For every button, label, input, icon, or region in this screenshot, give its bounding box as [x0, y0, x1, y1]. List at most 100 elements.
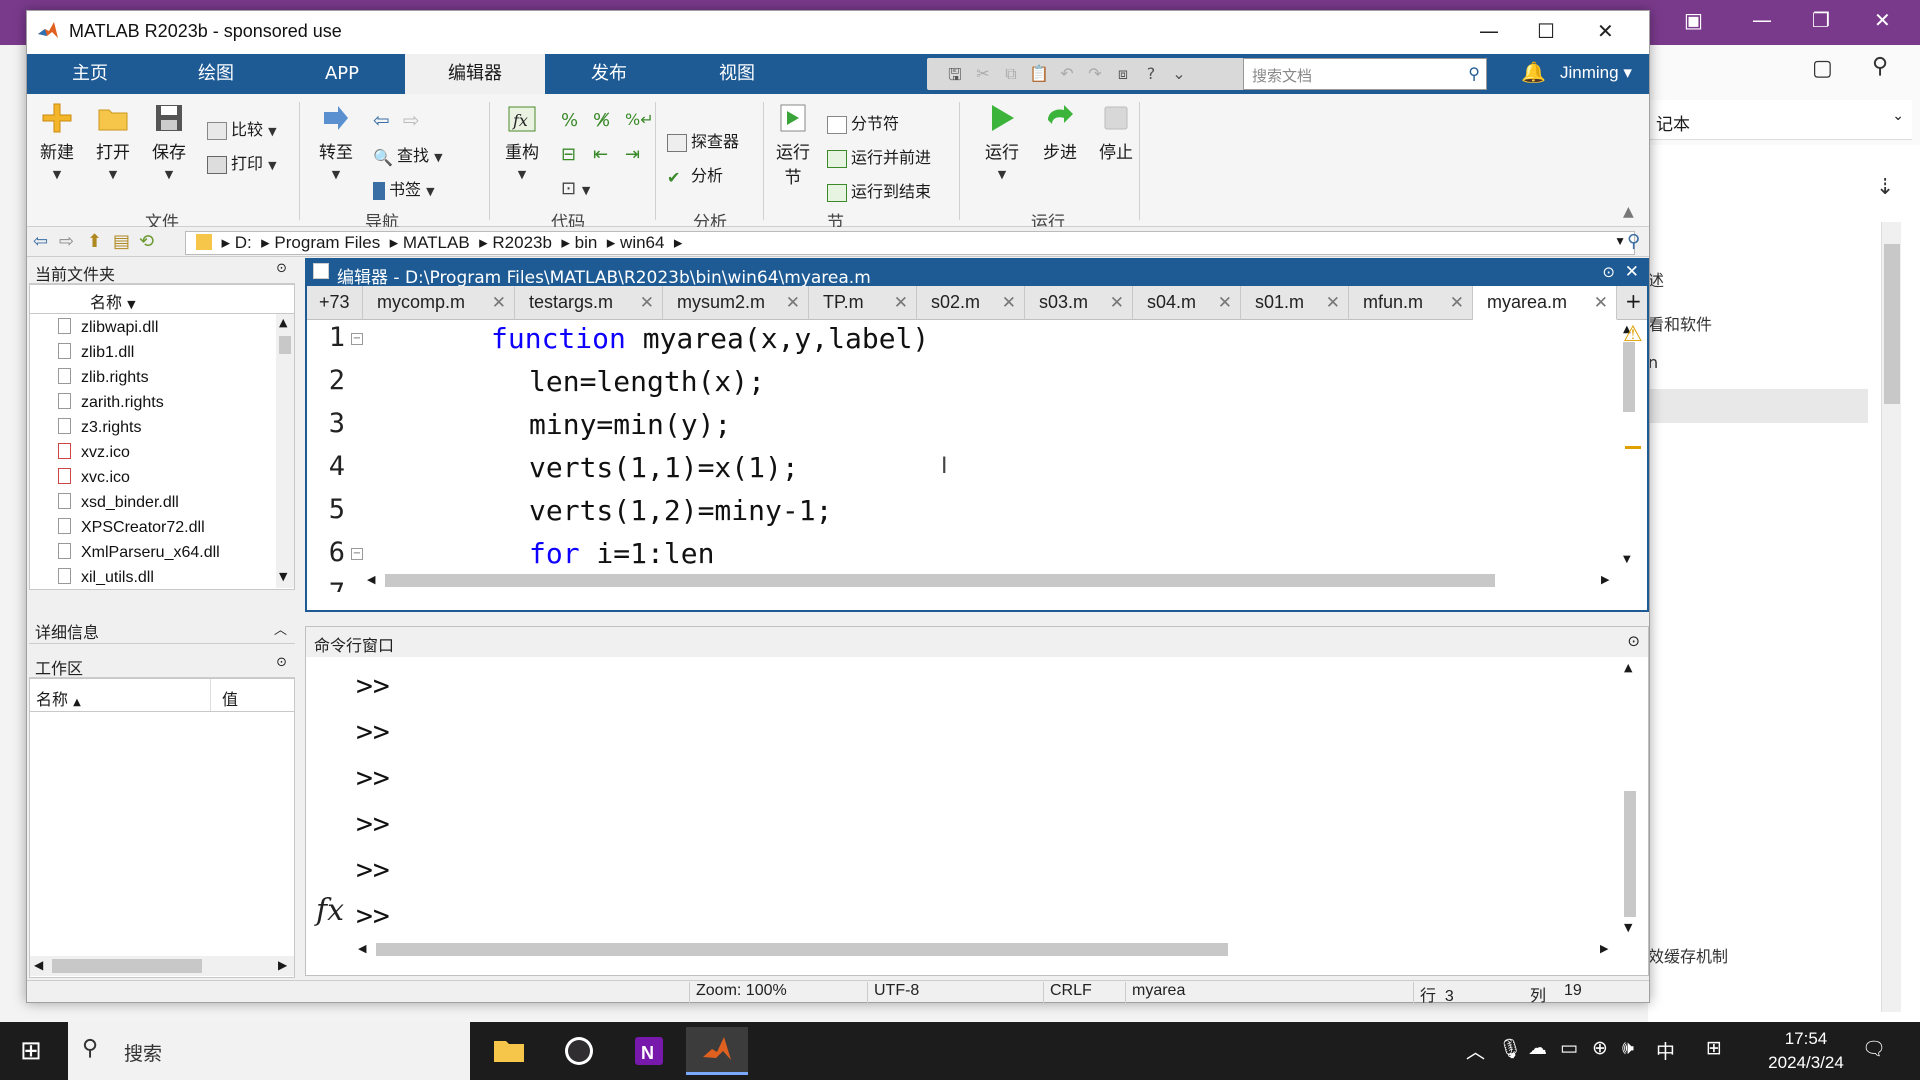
browse-folder-icon[interactable]: ▤ — [113, 231, 130, 252]
tab-view[interactable]: 视图 — [673, 54, 801, 94]
back-icon[interactable]: ⇦ — [33, 231, 48, 252]
editor-tab[interactable]: s03.m ✕ — [1025, 286, 1133, 320]
file-item[interactable]: z3.rights — [58, 418, 141, 443]
paste-icon[interactable]: 📋 — [1029, 64, 1049, 84]
background-scrollbar[interactable] — [1881, 222, 1901, 1012]
volume-icon[interactable]: 🕪 — [1622, 1037, 1634, 1059]
run-section-button[interactable]: 运行节 — [771, 102, 815, 188]
warning-marker[interactable] — [1625, 446, 1641, 449]
background-notebook-dropdown[interactable]: 记本 ⌄ — [1648, 100, 1912, 140]
background-share-icon[interactable]: ⚲ — [1872, 54, 1888, 79]
undo-icon[interactable]: ↶ — [1057, 64, 1077, 84]
save-icon[interactable]: 🖫 — [945, 64, 965, 84]
cloud-icon[interactable]: ☁ — [1528, 1037, 1547, 1059]
back-arrow-icon[interactable]: ⇦ — [373, 108, 390, 132]
close-tab-icon[interactable]: ✕ — [1594, 286, 1608, 319]
warning-icon[interactable]: ⚠ — [1623, 322, 1643, 347]
background-item[interactable]: 效缓存机制 — [1648, 943, 1728, 967]
close-tab-icon[interactable]: ✕ — [1002, 286, 1016, 319]
network-icon[interactable]: ⊕ — [1592, 1037, 1608, 1059]
battery-icon[interactable]: ▭ — [1560, 1037, 1578, 1059]
editor-tab[interactable]: testargs.m ✕ — [515, 286, 663, 320]
command-hscrollbar[interactable]: ◀ ▶ — [354, 939, 1618, 959]
close-tab-icon[interactable]: ✕ — [894, 286, 908, 319]
copy-icon[interactable]: ⧉ — [1001, 64, 1021, 84]
file-item[interactable]: xil_utils.dll — [58, 568, 154, 593]
file-item[interactable]: XPSCreator72.dll — [58, 518, 205, 543]
file-item[interactable]: xvc.ico — [58, 468, 130, 493]
close-tab-icon[interactable]: ✕ — [786, 286, 800, 319]
goto-button[interactable]: 转至 ▼ — [311, 102, 361, 183]
minimize-icon[interactable]: — — [1479, 19, 1499, 43]
profiler-button[interactable]: 探查器 — [667, 128, 739, 152]
file-item[interactable]: zlib.rights — [58, 368, 149, 393]
analyze-button[interactable]: ✔ 分析 — [667, 162, 723, 187]
panel-menu-icon[interactable]: ⊙ — [276, 261, 287, 276]
background-page-icon[interactable]: ▢ — [1812, 56, 1833, 81]
redo-icon[interactable]: ↷ — [1085, 64, 1105, 84]
comment-icon[interactable]: % — [561, 110, 578, 131]
file-item[interactable]: zlibwapi.dll — [58, 318, 158, 343]
close-tab-icon[interactable]: ✕ — [1218, 286, 1232, 319]
help-icon[interactable]: ? — [1141, 64, 1161, 84]
command-output[interactable]: >> >> >> >> >> >> fx — [306, 657, 1618, 939]
wrap-comments-icon[interactable]: %↵ — [625, 110, 654, 129]
run-and-advance-button[interactable]: 运行并前进 — [827, 144, 931, 168]
new-button[interactable]: 新建 ▼ — [33, 102, 81, 183]
close-tab-icon[interactable]: ✕ — [492, 286, 506, 319]
search-icon[interactable]: ⚲ — [1468, 64, 1480, 83]
address-dropdown-icon[interactable]: ▼ — [1614, 234, 1626, 248]
close-editor-icon[interactable]: ✕ — [1625, 262, 1639, 282]
file-item[interactable]: zlib1.dll — [58, 343, 134, 368]
customize-icon[interactable]: ⌄ — [1169, 64, 1189, 84]
background-restore-icon[interactable]: ❐ — [1812, 8, 1830, 32]
panel-menu-icon[interactable]: ⊙ — [276, 655, 287, 670]
background-item[interactable]: 看和软件 — [1648, 311, 1712, 335]
background-menu-icon[interactable]: ▣ — [1684, 8, 1703, 32]
fold-icon[interactable]: − — [351, 548, 363, 560]
editor-tab[interactable]: s02.m ✕ — [917, 286, 1025, 320]
compare-button[interactable]: 比较 ▼ — [207, 116, 277, 140]
start-windows-icon[interactable]: ⊞ — [20, 1036, 42, 1066]
search-documentation-input[interactable]: 搜索文档 ⚲ — [1243, 58, 1487, 90]
microphone-icon[interactable]: 🎙 — [1498, 1037, 1522, 1060]
maximize-icon[interactable]: ☐ — [1537, 19, 1555, 43]
editor-menu-icon[interactable]: ⊙ — [1602, 263, 1615, 281]
run-to-end-button[interactable]: 运行到结束 — [827, 178, 931, 202]
file-item[interactable]: xsd_binder.dll — [58, 493, 179, 518]
increase-indent-icon[interactable]: ⇥ — [625, 144, 640, 165]
tab-publish[interactable]: 发布 — [545, 54, 673, 94]
notification-icon[interactable]: 🗨 — [1862, 1037, 1886, 1060]
function-browser-fx-icon[interactable]: fx — [316, 893, 344, 928]
tab-home[interactable]: 主页 — [27, 54, 153, 94]
up-folder-icon[interactable]: ⬆ — [87, 231, 102, 252]
tab-plots[interactable]: 绘图 — [153, 54, 279, 94]
find-button[interactable]: 🔍 查找 ▼ — [373, 142, 443, 167]
editor-tab-active[interactable]: myarea.m ✕ — [1473, 286, 1617, 320]
details-header[interactable]: 详细信息 ︿ — [29, 616, 295, 644]
breadcrumb[interactable]: ▸ D: ▸ Program Files ▸ MATLAB ▸ R2023b ▸… — [185, 231, 1635, 255]
tab-editor[interactable]: 编辑器 — [405, 54, 545, 94]
editor-tab[interactable]: TP.m ✕ — [809, 286, 917, 320]
close-icon[interactable]: ✕ — [1597, 19, 1614, 43]
folder-history-icon[interactable]: ⟲ — [139, 231, 154, 252]
notification-bell-icon[interactable]: 🔔 — [1521, 60, 1546, 84]
search-folder-icon[interactable]: ⚲ — [1627, 231, 1640, 252]
run-button[interactable]: 运行 ▼ — [977, 102, 1027, 183]
close-tab-icon[interactable]: ✕ — [1450, 286, 1464, 319]
background-minimize-icon[interactable]: — — [1752, 8, 1772, 32]
matlab-app[interactable] — [686, 1027, 748, 1075]
stop-button[interactable]: 停止 — [1091, 102, 1141, 163]
command-vscrollbar[interactable]: ▲ ▼ — [1620, 657, 1640, 939]
background-close-icon[interactable]: ✕ — [1874, 8, 1891, 32]
background-selected-item[interactable] — [1648, 389, 1868, 423]
step-button[interactable]: 步进 — [1035, 102, 1085, 163]
forward-icon[interactable]: ⇨ — [59, 231, 74, 252]
close-tab-icon[interactable]: ✕ — [640, 286, 654, 319]
panel-menu-icon[interactable]: ⊙ — [1627, 632, 1640, 650]
forward-arrow-icon[interactable]: ⇨ — [403, 108, 420, 132]
refactor-button[interactable]: fx 重构 ▼ — [497, 102, 547, 183]
file-column-header[interactable]: 名称 ▼ — [29, 284, 295, 314]
fold-icon[interactable]: − — [351, 333, 363, 345]
onenote-app[interactable]: N — [618, 1027, 680, 1075]
